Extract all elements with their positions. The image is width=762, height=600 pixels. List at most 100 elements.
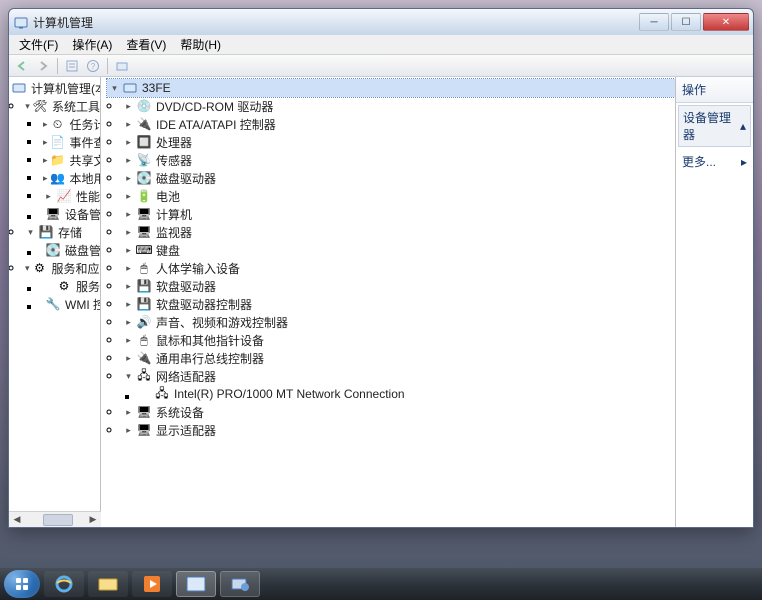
tree-root-computer-mgmt[interactable]: 计算机管理(本 bbox=[9, 79, 100, 97]
device-sensors[interactable]: ▸📡传感器 bbox=[121, 151, 675, 169]
wrench-icon: 🛠 bbox=[32, 98, 48, 114]
expand-icon[interactable]: ▸ bbox=[123, 209, 134, 220]
device-label: IDE ATA/ATAPI 控制器 bbox=[154, 116, 276, 133]
expand-icon[interactable]: ▸ bbox=[123, 245, 134, 256]
taskbar-app2-icon[interactable] bbox=[220, 571, 260, 597]
device-keyboard[interactable]: ▸⌨键盘 bbox=[121, 241, 675, 259]
collapse-icon[interactable]: ▾ bbox=[25, 263, 30, 274]
menu-action[interactable]: 操作(A) bbox=[66, 34, 118, 55]
device-monitor[interactable]: ▸🖥监视器 bbox=[121, 223, 675, 241]
tree-shared-folders[interactable]: ▸📁共享文件夹 bbox=[41, 151, 100, 169]
device-system[interactable]: ▸🖥系统设备 bbox=[121, 403, 675, 421]
expand-icon[interactable]: ▸ bbox=[123, 263, 134, 274]
collapse-icon[interactable]: ▾ bbox=[109, 83, 120, 94]
tree-wmi[interactable]: 🔧WMI 控件 bbox=[41, 295, 100, 313]
collapse-icon[interactable]: ▾ bbox=[123, 371, 134, 382]
tree-label: 服务和应用程 bbox=[50, 260, 101, 277]
tree-system-tools[interactable]: ▾ 🛠 系统工具 bbox=[23, 97, 100, 115]
expand-icon[interactable]: ▸ bbox=[123, 407, 134, 418]
back-icon[interactable] bbox=[13, 57, 31, 75]
device-cpu[interactable]: ▸🔲处理器 bbox=[121, 133, 675, 151]
device-label: 处理器 bbox=[154, 134, 192, 151]
taskbar-media-icon[interactable] bbox=[132, 571, 172, 597]
controller-icon: 🔌 bbox=[136, 116, 152, 132]
close-button[interactable]: ✕ bbox=[703, 13, 749, 31]
device-label: 人体学输入设备 bbox=[154, 260, 240, 277]
tree-services[interactable]: ⚙服务 bbox=[41, 277, 100, 295]
mouse-icon: 🖱 bbox=[136, 332, 152, 348]
device-root[interactable]: ▾ 33FE bbox=[107, 79, 675, 97]
tree-label: 磁盘管理 bbox=[63, 242, 101, 259]
actions-section[interactable]: 设备管理器 ▴ bbox=[678, 105, 751, 147]
expand-icon[interactable]: ▸ bbox=[123, 299, 134, 310]
maximize-button[interactable]: ☐ bbox=[671, 13, 701, 31]
device-battery[interactable]: ▸🔋电池 bbox=[121, 187, 675, 205]
tree-task-scheduler[interactable]: ▸⏲任务计划程 bbox=[41, 115, 100, 133]
actions-pane: 操作 设备管理器 ▴ 更多... ▸ bbox=[675, 77, 753, 527]
device-floppy[interactable]: ▸💾软盘驱动器 bbox=[121, 277, 675, 295]
scroll-thumb[interactable] bbox=[43, 514, 73, 526]
scan-hardware-icon[interactable] bbox=[113, 57, 131, 75]
tree-event-viewer[interactable]: ▸📄事件查看器 bbox=[41, 133, 100, 151]
expand-icon[interactable]: ▸ bbox=[123, 425, 134, 436]
expand-icon[interactable]: ▸ bbox=[123, 317, 134, 328]
taskbar-app1-icon[interactable] bbox=[176, 571, 216, 597]
device-dvd[interactable]: ▸💿DVD/CD-ROM 驱动器 bbox=[121, 97, 675, 115]
expand-icon[interactable]: ▸ bbox=[123, 101, 134, 112]
collapse-icon[interactable]: ▾ bbox=[25, 101, 30, 112]
help-icon[interactable]: ? bbox=[84, 57, 102, 75]
tree-storage[interactable]: ▾ 💾 存储 bbox=[23, 223, 100, 241]
floppy-icon: 💾 bbox=[136, 278, 152, 294]
menu-help[interactable]: 帮助(H) bbox=[174, 34, 227, 55]
tree-services-apps[interactable]: ▾ ⚙ 服务和应用程 bbox=[23, 259, 100, 277]
expand-icon[interactable]: ▸ bbox=[123, 227, 134, 238]
taskbar-explorer-icon[interactable] bbox=[88, 571, 128, 597]
menu-file[interactable]: 文件(F) bbox=[13, 34, 64, 55]
menu-view[interactable]: 查看(V) bbox=[120, 34, 172, 55]
scroll-left-icon[interactable]: ◀ bbox=[9, 513, 25, 527]
expand-icon[interactable]: ▸ bbox=[43, 155, 48, 166]
tree-local-users[interactable]: ▸👥本地用户和 bbox=[41, 169, 100, 187]
horizontal-scrollbar[interactable]: ◀ ▶ bbox=[9, 511, 101, 527]
device-usb[interactable]: ▸🔌通用串行总线控制器 bbox=[121, 349, 675, 367]
minimize-button[interactable]: ─ bbox=[639, 13, 669, 31]
device-mouse[interactable]: ▸🖱鼠标和其他指针设备 bbox=[121, 331, 675, 349]
device-network-adapter[interactable]: 🖧Intel(R) PRO/1000 MT Network Connection bbox=[139, 385, 675, 403]
tree-device-manager[interactable]: 🖥设备管理器 bbox=[41, 205, 100, 223]
expand-icon[interactable]: ▸ bbox=[43, 137, 48, 148]
collapse-icon[interactable]: ▾ bbox=[25, 227, 36, 238]
device-display[interactable]: ▸🖥显示适配器 bbox=[121, 421, 675, 439]
start-button[interactable] bbox=[4, 570, 40, 598]
forward-icon[interactable] bbox=[34, 57, 52, 75]
scroll-right-icon[interactable]: ▶ bbox=[85, 513, 101, 527]
left-tree-pane[interactable]: 计算机管理(本 ▾ 🛠 系统工具 ▸⏲任务计划程 ▸📄事件查看器 bbox=[9, 77, 101, 527]
device-hid[interactable]: ▸🖱人体学输入设备 bbox=[121, 259, 675, 277]
tree-disk-mgmt[interactable]: 💽磁盘管理 bbox=[41, 241, 100, 259]
battery-icon: 🔋 bbox=[136, 188, 152, 204]
expand-icon[interactable]: ▸ bbox=[123, 155, 134, 166]
device-sound[interactable]: ▸🔊声音、视频和游戏控制器 bbox=[121, 313, 675, 331]
device-ide[interactable]: ▸🔌IDE ATA/ATAPI 控制器 bbox=[121, 115, 675, 133]
expand-icon[interactable]: ▸ bbox=[123, 173, 134, 184]
device-computer[interactable]: ▸🖥计算机 bbox=[121, 205, 675, 223]
svg-text:?: ? bbox=[91, 62, 96, 71]
expand-icon[interactable]: ▸ bbox=[123, 137, 134, 148]
expand-icon[interactable]: ▸ bbox=[43, 173, 48, 184]
expand-icon[interactable]: ▸ bbox=[123, 335, 134, 346]
taskbar[interactable] bbox=[0, 568, 762, 600]
actions-more[interactable]: 更多... ▸ bbox=[676, 149, 753, 174]
expand-icon[interactable]: ▸ bbox=[123, 119, 134, 130]
expand-icon[interactable]: ▸ bbox=[43, 119, 48, 130]
device-network[interactable]: ▾🖧网络适配器 bbox=[121, 367, 675, 385]
expand-icon[interactable]: ▸ bbox=[123, 191, 134, 202]
expand-icon[interactable]: ▸ bbox=[123, 353, 134, 364]
expand-icon[interactable]: ▸ bbox=[43, 191, 54, 202]
device-disk-drives[interactable]: ▸💽磁盘驱动器 bbox=[121, 169, 675, 187]
tree-performance[interactable]: ▸📈性能 bbox=[41, 187, 100, 205]
titlebar[interactable]: 计算机管理 ─ ☐ ✕ bbox=[9, 9, 753, 35]
device-tree-pane[interactable]: ▾ 33FE ▸💿DVD/CD-ROM 驱动器 ▸🔌IDE ATA/ATAPI … bbox=[101, 77, 675, 527]
expand-icon[interactable]: ▸ bbox=[123, 281, 134, 292]
properties-icon[interactable] bbox=[63, 57, 81, 75]
taskbar-ie-icon[interactable] bbox=[44, 571, 84, 597]
device-floppy-controller[interactable]: ▸💾软盘驱动器控制器 bbox=[121, 295, 675, 313]
